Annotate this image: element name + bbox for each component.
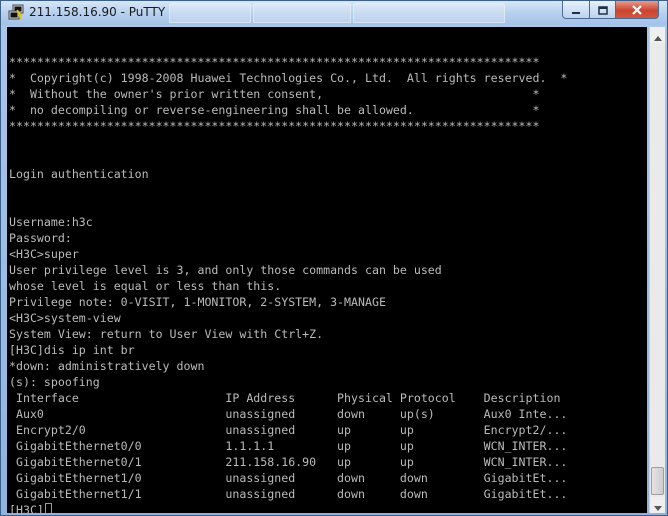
command-prompt-line[interactable]: [H3C] [9,502,52,513]
vertical-scrollbar[interactable] [649,27,665,513]
minimize-icon [571,0,581,19]
scroll-up-button[interactable] [650,27,665,43]
scrollbar-thumb[interactable] [651,467,664,495]
terminal-screen[interactable]: ****************************************… [7,27,647,513]
terminal-line: * Copyright(c) 1998-2008 Huawei Technolo… [9,71,568,85]
command-prompt: [H3C] [9,503,44,513]
terminal-line: GigabitEthernet0/1 211.158.16.90 up up W… [9,455,568,469]
putty-window: 211.158.16.90 - PuTTY ******************… [0,0,668,516]
terminal-line: [H3C]dis ip int br [9,343,135,357]
background-tab [253,3,351,23]
terminal-line: Username:h3c [9,215,93,229]
scroll-down-button[interactable] [650,497,665,513]
terminal-line: ****************************************… [9,119,540,133]
terminal-line: Interface IP Address Physical Protocol D… [9,391,561,405]
terminal-line: <H3C>super [9,247,79,261]
text-cursor [44,503,52,513]
terminal-line: User privilege level is 3, and only thos… [9,263,442,277]
terminal-line: GigabitEthernet0/0 1.1.1.1 up up WCN_INT… [9,439,568,453]
minimize-button[interactable] [562,1,590,19]
putty-icon[interactable] [8,4,24,20]
close-button[interactable] [615,1,659,19]
maximize-button[interactable] [589,1,616,19]
terminal-line: * Without the owner's prior written cons… [9,87,540,101]
terminal-line: ****************************************… [9,55,540,69]
arrow-up-icon [653,26,662,45]
close-icon [631,0,643,19]
terminal-line: whose level is equal or less than this. [9,279,282,293]
terminal-line: Aux0 unassigned down up(s) Aux0 Inte... [9,407,568,421]
terminal-line: *down: administratively down [9,359,205,373]
terminal-line: Privilege note: 0-VISIT, 1-MONITOR, 2-SY… [9,295,386,309]
maximize-icon [597,0,608,19]
title-bar[interactable]: 211.158.16.90 - PuTTY [1,1,667,25]
terminal-line: Password: [9,231,72,245]
terminal-line: Login authentication [9,167,149,181]
background-tab [169,3,251,23]
terminal-line: * no decompiling or reverse-engineering … [9,103,540,117]
terminal-line: GigabitEthernet1/1 unassigned down down … [9,487,568,501]
terminal-line: System View: return to User View with Ct… [9,327,324,341]
arrow-down-icon [653,496,662,515]
terminal-line: <H3C>system-view [9,311,121,325]
window-title: 211.158.16.90 - PuTTY [29,5,166,19]
background-tab [353,3,505,23]
terminal-line: Encrypt2/0 unassigned up up Encrypt2/... [9,423,568,437]
terminal-line: (s): spoofing [9,375,100,389]
terminal-line: GigabitEthernet1/0 unassigned down down … [9,471,568,485]
